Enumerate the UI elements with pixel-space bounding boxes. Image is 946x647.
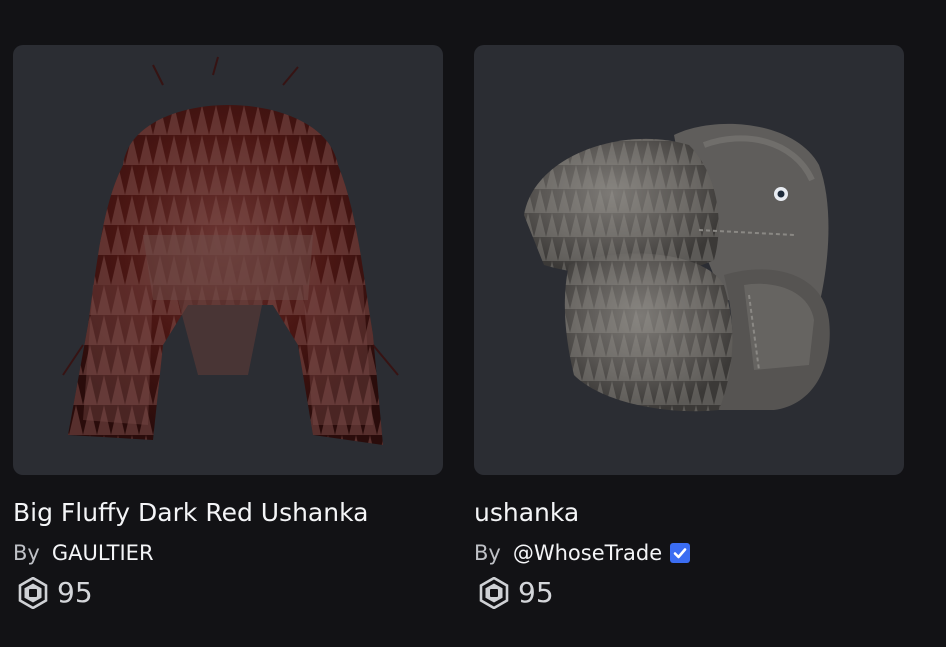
verified-badge-icon	[670, 543, 691, 563]
creator-row: By @WhoseTrade	[474, 539, 904, 567]
item-thumbnail[interactable]	[13, 45, 443, 475]
by-label: By	[474, 541, 501, 565]
item-name[interactable]: Big Fluffy Dark Red Ushanka	[13, 497, 443, 529]
price-value: 95	[57, 576, 93, 609]
price-row: 95	[474, 576, 904, 610]
price-row: 95	[13, 576, 443, 610]
dark-red-ushanka-image	[62, 56, 399, 445]
catalog-grid: Big Fluffy Dark Red Ushanka By GAULTIER …	[0, 0, 946, 647]
item-name[interactable]: ushanka	[474, 497, 904, 529]
by-label: By	[13, 541, 40, 565]
robux-icon	[18, 577, 48, 609]
grey-ushanka-image	[524, 123, 830, 412]
creator-link[interactable]: GAULTIER	[52, 539, 154, 567]
creator-row: By GAULTIER	[13, 539, 443, 567]
item-card[interactable]: ushanka By @WhoseTrade 95	[474, 45, 904, 610]
robux-icon	[479, 577, 509, 609]
item-thumbnail[interactable]	[474, 45, 904, 475]
price-value: 95	[518, 576, 554, 609]
item-card[interactable]: Big Fluffy Dark Red Ushanka By GAULTIER …	[13, 45, 443, 610]
creator-link[interactable]: @WhoseTrade	[513, 539, 662, 567]
